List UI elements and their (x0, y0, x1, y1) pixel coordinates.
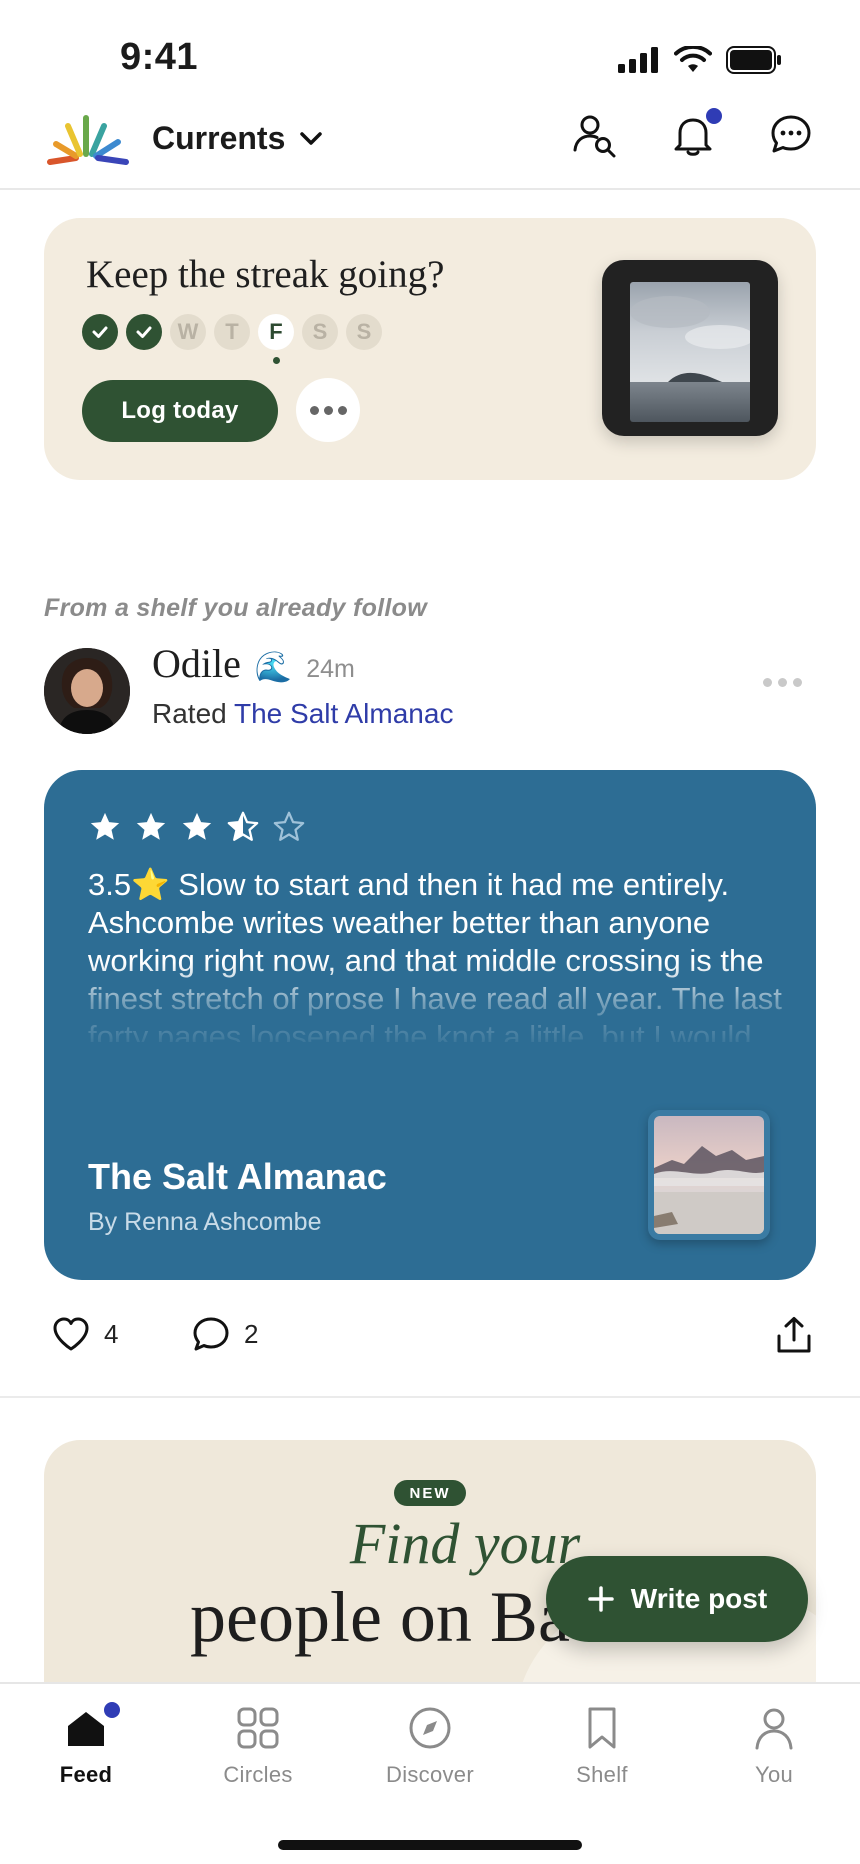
notification-badge (706, 108, 722, 124)
feed-selector[interactable]: Currents (152, 120, 323, 157)
write-post-label: Write post (630, 1583, 768, 1614)
find-people-icon (573, 115, 616, 158)
star-full-icon (90, 812, 120, 840)
new-badge: NEW (394, 1480, 466, 1506)
more-dot (778, 678, 787, 687)
comment-icon (193, 1317, 229, 1351)
post-actions: 4 2 (52, 1316, 812, 1364)
person-icon (755, 1708, 793, 1750)
status-time: 9:41 (120, 36, 199, 78)
post-action: Rated The Salt Almanac (152, 698, 453, 730)
plus-icon (588, 1586, 614, 1612)
streak-day-sat: S (302, 314, 338, 350)
bookmark-icon (588, 1707, 616, 1749)
feed-notification-dot (104, 1702, 120, 1718)
star-rating (88, 810, 306, 844)
more-dot (309, 405, 319, 415)
streak-days: W T F S S (82, 314, 382, 364)
tab-circles[interactable]: Circles (183, 1704, 333, 1788)
tab-feed[interactable]: Feed (11, 1702, 161, 1788)
share-button[interactable] (776, 1316, 812, 1359)
author-name[interactable]: Odile (152, 640, 241, 687)
comment-button[interactable]: 2 (192, 1316, 258, 1352)
tab-label: Discover (386, 1762, 474, 1787)
lake-photo (630, 282, 750, 422)
post-timestamp: 24m (306, 655, 355, 683)
post-more-button[interactable] (757, 672, 808, 693)
promo-headline: people on Ba (190, 1577, 570, 1657)
book-title: The Salt Almanac (88, 1156, 387, 1197)
feed-selector-label: Currents (152, 120, 286, 156)
like-button[interactable]: 4 (52, 1316, 118, 1352)
streak-day-tue (126, 314, 162, 350)
home-icon (62, 1702, 120, 1752)
star-full-icon (182, 812, 212, 840)
book-cover-image (654, 1116, 764, 1234)
review-card[interactable]: 3.5⭐️ Slow to start and then it had me e… (44, 770, 816, 1280)
header-actions (572, 108, 814, 158)
today-indicator (273, 357, 280, 364)
post-action-verb: Rated (152, 698, 234, 729)
streak-more-button[interactable] (296, 378, 360, 442)
check-icon (136, 326, 152, 338)
heart-icon (53, 1317, 89, 1351)
book-link[interactable]: The Salt Almanac (234, 698, 453, 729)
grid-icon (237, 1707, 279, 1749)
check-icon (92, 326, 108, 338)
streak-card: Keep the streak going? W T F S S Log tod… (44, 218, 816, 480)
avatar-photo (44, 648, 130, 734)
streak-title: Keep the streak going? (86, 253, 445, 296)
write-post-button[interactable]: Write post (546, 1556, 808, 1642)
streak-day-today: F (258, 314, 294, 364)
tab-bar: Feed Circles Discover Shelf You (0, 1682, 860, 1864)
tab-label: You (754, 1762, 794, 1787)
messages-button[interactable] (768, 112, 814, 158)
star-half-icon (227, 811, 259, 841)
more-dot (763, 678, 772, 687)
more-dot (323, 405, 333, 415)
tab-shelf[interactable]: Shelf (527, 1704, 677, 1788)
tab-discover[interactable]: Discover (355, 1704, 505, 1788)
find-people-button[interactable] (572, 112, 618, 158)
status-icons (618, 46, 782, 74)
tab-label: Circles (223, 1762, 293, 1787)
like-count: 4 (104, 1318, 119, 1349)
notifications-button[interactable] (670, 108, 722, 158)
streak-day-today-label: F (269, 319, 283, 344)
battery-icon (726, 46, 781, 74)
avatar[interactable] (44, 648, 130, 734)
app-header: Currents (0, 108, 860, 190)
compass-icon (409, 1707, 451, 1749)
log-today-button[interactable]: Log today (82, 380, 278, 442)
author-emoji: 🌊 (254, 651, 293, 684)
more-dot (793, 678, 802, 687)
chat-icon (771, 115, 811, 153)
tab-label: Shelf (576, 1762, 628, 1787)
star-full-icon (136, 812, 166, 840)
tab-you[interactable]: You (699, 1704, 849, 1788)
status-bar: 9:41 (0, 0, 860, 110)
book-cover[interactable] (648, 1110, 770, 1240)
streak-day-mon (82, 314, 118, 350)
logo-icon (47, 115, 129, 165)
cellular-signal-icon (618, 47, 658, 73)
wifi-icon (674, 46, 712, 72)
share-icon (777, 1317, 811, 1353)
review-text: 3.5⭐️ Slow to start and then it had me e… (88, 867, 782, 1042)
more-dot (337, 405, 347, 415)
book-author: By Renna Ashcombe (88, 1208, 322, 1236)
streak-day-thu: T (214, 314, 250, 350)
streak-photo-frame[interactable] (602, 260, 778, 436)
star-empty-icon (273, 811, 305, 841)
home-indicator (278, 1840, 582, 1850)
streak-day-wed: W (170, 314, 206, 350)
feed-divider (0, 1396, 860, 1398)
post-author-row: Odile 🌊 24m (152, 640, 355, 687)
tab-label: Feed (59, 1762, 113, 1787)
chevron-down-icon (300, 131, 323, 145)
post-context-note: From a shelf you already follow (44, 594, 427, 622)
comment-count: 2 (244, 1318, 259, 1349)
streak-day-sun: S (346, 314, 382, 350)
